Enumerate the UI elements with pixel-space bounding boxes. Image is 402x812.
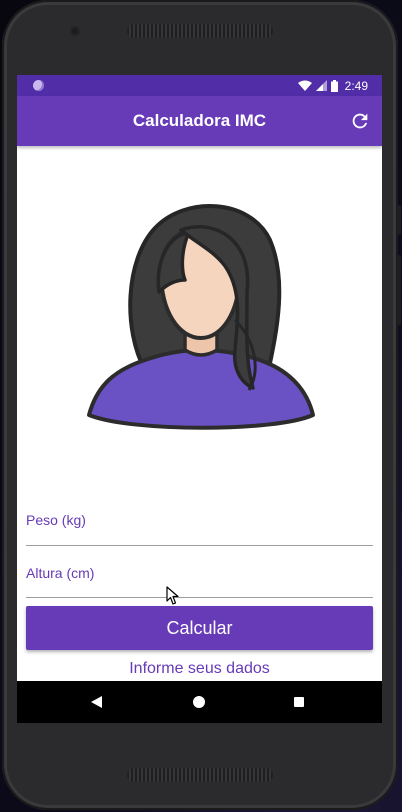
app-title: Calculadora IMC [132, 111, 267, 130]
recent-apps-icon[interactable] [294, 697, 304, 707]
navigation-bar [17, 681, 382, 723]
signal-icon [315, 80, 327, 91]
status-bar: 2:49 [17, 75, 382, 96]
refresh-icon[interactable] [349, 110, 371, 132]
volume-button[interactable] [397, 255, 401, 325]
power-button[interactable] [397, 205, 401, 235]
app-bar: Calculadora IMC [17, 96, 382, 146]
home-icon[interactable] [193, 696, 205, 708]
female-avatar-icon [87, 204, 315, 430]
info-text: Informe seus dados [129, 660, 270, 677]
battery-icon [330, 79, 338, 92]
status-time: 2:49 [344, 78, 368, 93]
status-icons: 2:49 [297, 78, 368, 93]
mouse-cursor-icon [166, 586, 179, 605]
wifi-icon [297, 80, 312, 91]
bottom-speaker [127, 768, 273, 782]
earpiece-speaker [127, 24, 273, 38]
notification-icon [33, 80, 44, 91]
peso-field[interactable]: Peso (kg) [26, 505, 373, 546]
calcular-button[interactable]: Calcular [26, 606, 373, 650]
altura-field[interactable]: Altura (cm) [26, 558, 373, 598]
front-camera [70, 26, 80, 36]
altura-label: Altura (cm) [26, 565, 95, 581]
back-icon[interactable] [91, 696, 102, 708]
app-screen: 2:49 Calculadora IMC Peso (kg) Altura (c… [17, 75, 382, 723]
peso-label: Peso (kg) [26, 512, 86, 528]
